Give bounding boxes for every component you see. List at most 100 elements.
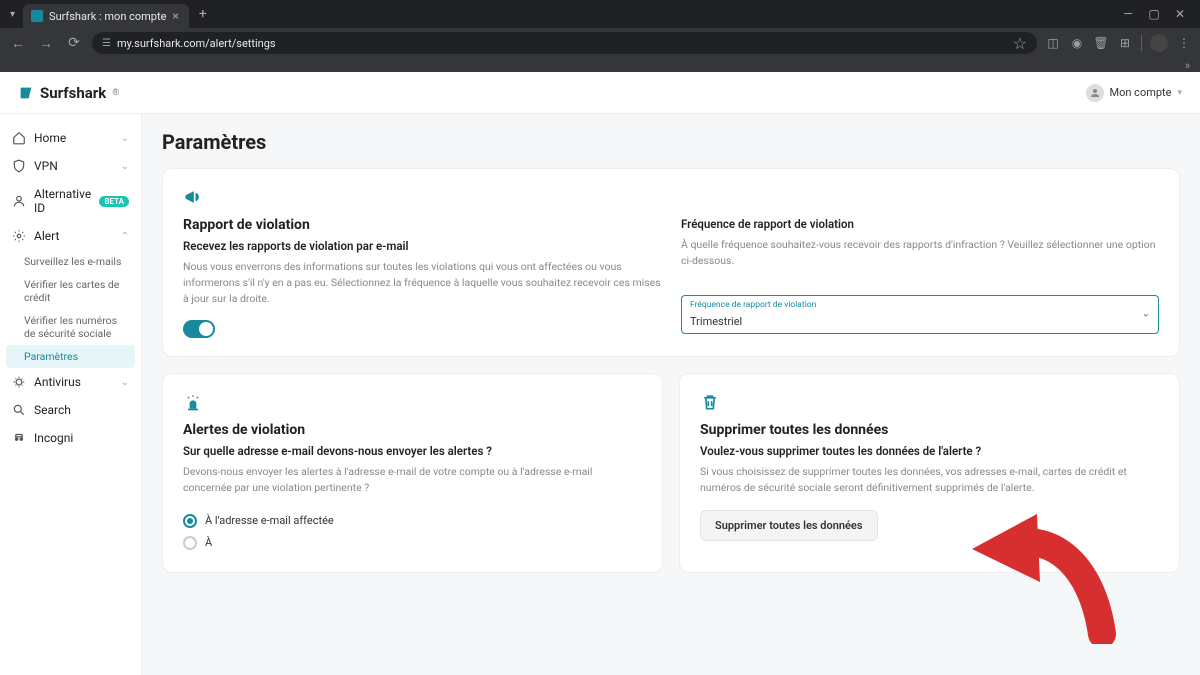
window-close[interactable]: ✕: [1174, 7, 1186, 21]
sidebar-sub-cards[interactable]: Vérifier les cartes de crédit: [6, 273, 135, 309]
sidebar-item-home[interactable]: Home ⌄: [6, 124, 135, 152]
profile-avatar[interactable]: [1150, 34, 1168, 52]
sidebar-item-label: Paramètres: [24, 350, 78, 363]
sidebar-item-altid[interactable]: Alternative ID BETA: [6, 180, 135, 222]
freq-description: À quelle fréquence souhaitez-vous recevo…: [681, 237, 1159, 269]
radio-account-email[interactable]: À: [183, 532, 642, 554]
card-title: Rapport de violation: [183, 217, 661, 233]
freq-title: Fréquence de rapport de violation: [681, 217, 1159, 231]
card-title: Supprimer toutes les données: [700, 422, 1159, 438]
bookmark-bar: »: [0, 58, 1200, 72]
extension-icon-2[interactable]: ◉: [1069, 35, 1085, 51]
sidebar-item-vpn[interactable]: VPN ⌄: [6, 152, 135, 180]
delete-icon[interactable]: 🗑: [1093, 35, 1109, 51]
account-label: Mon compte: [1110, 86, 1172, 99]
sidebar-item-label: Vérifier les cartes de crédit: [24, 278, 129, 304]
url-input[interactable]: ☰ my.surfshark.com/alert/settings ☆: [92, 32, 1037, 54]
chevron-down-icon: ⌄: [121, 161, 129, 172]
window-maximize[interactable]: ▢: [1148, 7, 1160, 21]
card-description: Devons-nous envoyer les alertes à l'adre…: [183, 464, 642, 496]
trash-icon: [700, 392, 720, 412]
alert-icon: [12, 229, 26, 243]
shield-icon: [12, 159, 26, 173]
sidebar-item-alert[interactable]: Alert ⌃: [6, 222, 135, 250]
sidebar-item-label: Alternative ID: [34, 187, 91, 215]
extensions-icon[interactable]: ⊞: [1117, 35, 1133, 51]
sidebar-item-antivirus[interactable]: Antivirus ⌄: [6, 368, 135, 396]
chevron-down-icon: ⌄: [1142, 309, 1150, 320]
extension-icon[interactable]: ◫: [1045, 35, 1061, 51]
browser-tab[interactable]: Surfshark : mon compte ×: [23, 4, 189, 28]
person-icon: [12, 194, 26, 208]
report-toggle[interactable]: [183, 320, 215, 338]
window-controls: — ▢ ✕: [1122, 7, 1194, 21]
sidebar-item-label: Incogni: [34, 431, 73, 445]
frequency-select[interactable]: Fréquence de rapport de violation Trimes…: [681, 295, 1159, 334]
reload-button[interactable]: ⟳: [64, 35, 84, 51]
window-minimize[interactable]: —: [1122, 7, 1134, 21]
card-alerts: Alertes de violation Sur quelle adresse …: [162, 373, 663, 573]
menu-icon[interactable]: ⋮: [1176, 35, 1192, 51]
tab-search-dropdown[interactable]: ▾: [6, 9, 19, 20]
sidebar-item-label: Alert: [34, 229, 59, 243]
bookmark-star-icon[interactable]: ☆: [1013, 34, 1027, 53]
card-description: Si vous choisissez de supprimer toutes l…: [700, 464, 1159, 496]
megaphone-icon: [183, 187, 203, 207]
card-subtitle: Voulez-vous supprimer toutes les données…: [700, 444, 1159, 458]
home-icon: [12, 131, 26, 145]
card-title: Alertes de violation: [183, 422, 642, 438]
card-subtitle: Sur quelle adresse e-mail devons-nous en…: [183, 444, 642, 458]
radio-icon: [183, 536, 197, 550]
radio-label: À l'adresse e-mail affectée: [205, 514, 334, 527]
chevron-down-icon: ⌄: [121, 377, 129, 388]
sidebar-sub-emails[interactable]: Surveillez les e-mails: [6, 250, 135, 273]
sidebar-item-label: Search: [34, 403, 71, 417]
chevron-down-icon: ▾: [1177, 88, 1182, 98]
sidebar-item-incogni[interactable]: Incogni: [6, 424, 135, 452]
radio-icon: [183, 514, 197, 528]
card-delete: Supprimer toutes les données Voulez-vous…: [679, 373, 1180, 573]
registered-mark: ®: [112, 88, 119, 98]
surfshark-icon: [18, 85, 34, 101]
address-bar: ← → ⟳ ☰ my.surfshark.com/alert/settings …: [0, 28, 1200, 58]
radio-affected-email[interactable]: À l'adresse e-mail affectée: [183, 510, 642, 532]
app-root: Surfshark ® Mon compte ▾ Home ⌄ VPN ⌄: [0, 72, 1200, 675]
card-subtitle: Recevez les rapports de violation par e-…: [183, 239, 661, 253]
incogni-icon: [12, 431, 26, 445]
site-info-icon[interactable]: ☰: [102, 38, 111, 49]
tab-close-icon[interactable]: ×: [172, 9, 178, 23]
back-button[interactable]: ←: [8, 35, 28, 52]
app-header: Surfshark ® Mon compte ▾: [0, 72, 1200, 114]
sidebar: Home ⌄ VPN ⌄ Alternative ID BETA Alert ⌃…: [0, 114, 142, 675]
sidebar-sub-ssn[interactable]: Vérifier les numéros de sécurité sociale: [6, 309, 135, 345]
tab-title: Surfshark : mon compte: [49, 10, 166, 23]
sidebar-item-search[interactable]: Search: [6, 396, 135, 424]
divider: [1141, 35, 1142, 51]
account-avatar-icon: [1086, 84, 1104, 102]
select-value: Trimestriel: [690, 315, 742, 328]
account-menu[interactable]: Mon compte ▾: [1086, 84, 1183, 102]
delete-all-button[interactable]: Supprimer toutes les données: [700, 510, 878, 541]
card-description: Nous vous enverrons des informations sur…: [183, 259, 661, 306]
chevron-right-icon[interactable]: »: [1185, 59, 1190, 72]
card-report: Rapport de violation Recevez les rapport…: [162, 168, 1180, 357]
brand-logo[interactable]: Surfshark ®: [18, 84, 119, 102]
siren-icon: [183, 392, 203, 412]
page-title: Paramètres: [162, 130, 1180, 154]
chevron-down-icon: ⌄: [121, 133, 129, 144]
sidebar-item-label: Vérifier les numéros de sécurité sociale: [24, 314, 129, 340]
brand-name: Surfshark: [40, 84, 106, 102]
virus-icon: [12, 375, 26, 389]
forward-button[interactable]: →: [36, 35, 56, 52]
url-text: my.surfshark.com/alert/settings: [117, 37, 276, 50]
tab-favicon: [31, 10, 43, 22]
content-area: Paramètres Rapport de violation Recevez …: [142, 114, 1200, 675]
sidebar-item-label: Home: [34, 131, 66, 145]
sidebar-item-label: Antivirus: [34, 375, 81, 389]
sidebar-item-label: VPN: [34, 159, 58, 173]
browser-tab-strip: ▾ Surfshark : mon compte × + — ▢ ✕: [0, 0, 1200, 28]
select-floating-label: Fréquence de rapport de violation: [690, 300, 1150, 310]
sidebar-sub-settings[interactable]: Paramètres: [6, 345, 135, 368]
new-tab-button[interactable]: +: [193, 6, 213, 22]
beta-badge: BETA: [99, 196, 129, 207]
